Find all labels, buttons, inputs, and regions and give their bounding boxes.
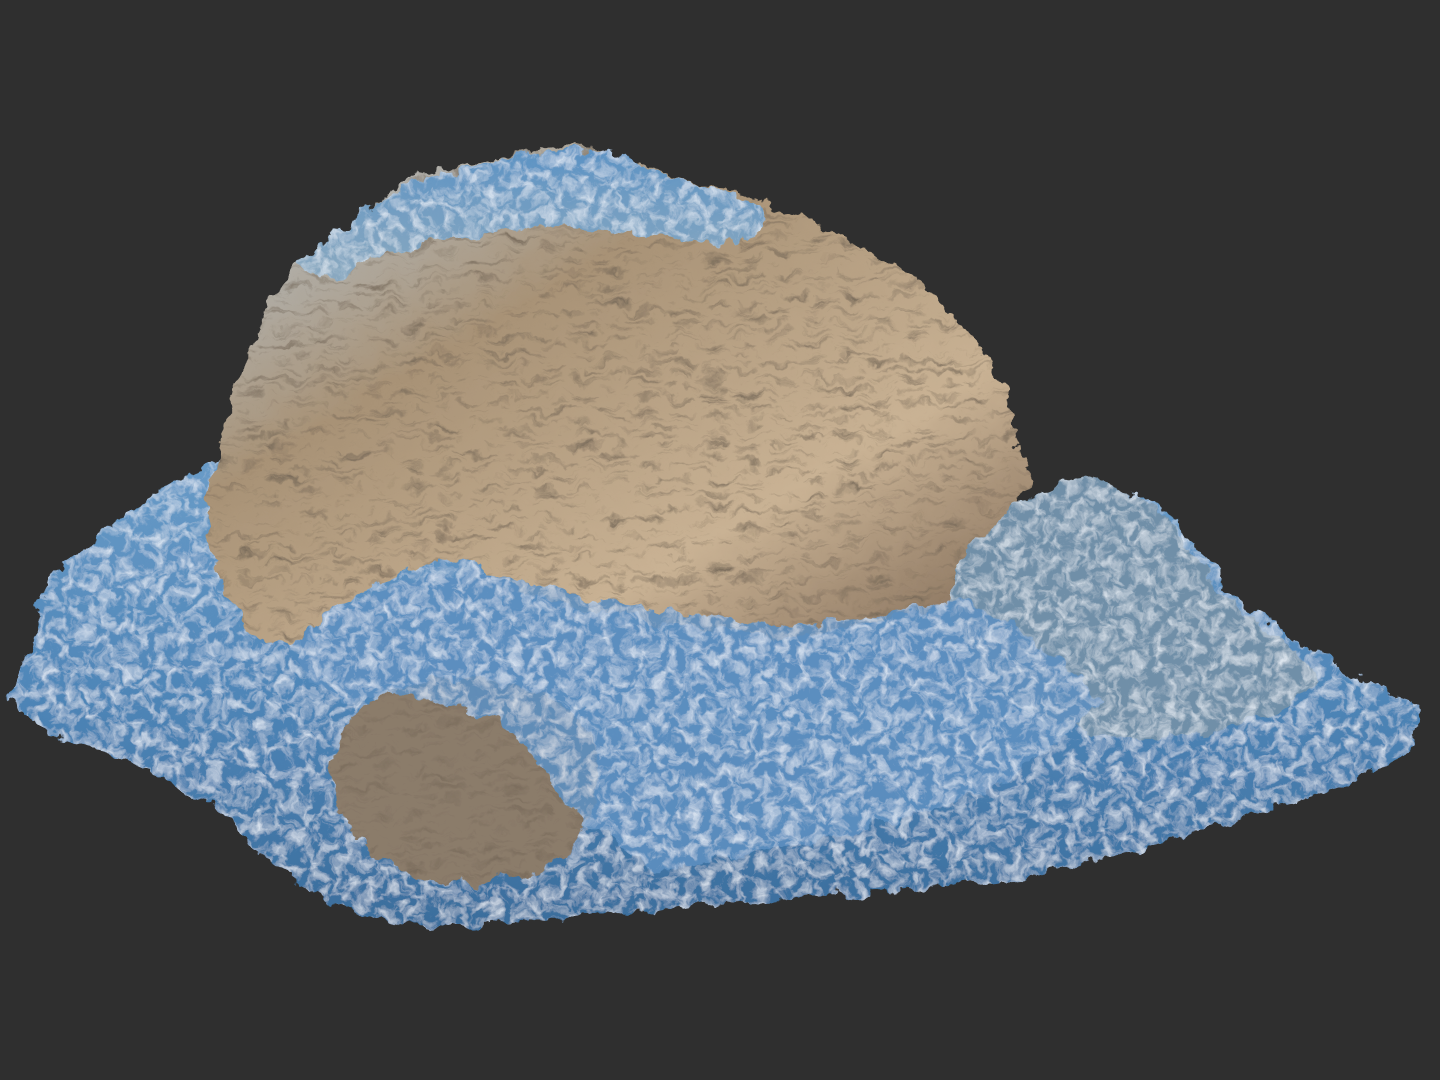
- rock-model-render: [12, 147, 1421, 926]
- 3d-viewport[interactable]: [0, 0, 1440, 1080]
